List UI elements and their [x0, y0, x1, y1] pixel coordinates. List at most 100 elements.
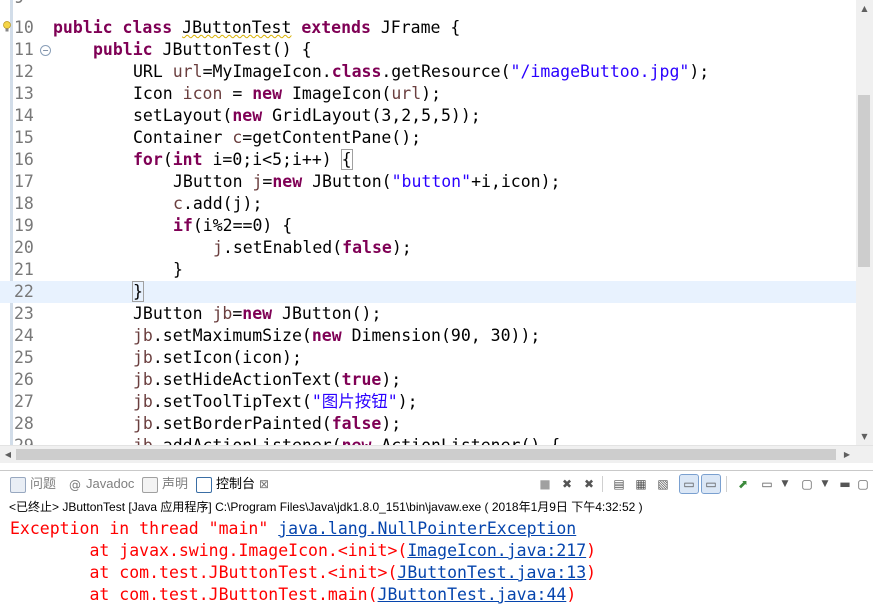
- console-output[interactable]: Exception in thread "main" java.lang.Nul…: [0, 517, 873, 614]
- scrollbar-thumb[interactable]: [858, 95, 870, 267]
- tab-declaration[interactable]: 声明: [142, 474, 188, 494]
- line-number: 10: [14, 18, 34, 37]
- line-number: 16: [14, 150, 34, 169]
- close-icon[interactable]: ⊠: [259, 477, 269, 491]
- class-name-warning: JButtonTest: [182, 18, 292, 37]
- code-text[interactable]: jb.addActionListener(new ActionListener(…: [133, 435, 560, 445]
- code-text[interactable]: JButton j=new JButton("button"+i,icon);: [173, 171, 560, 193]
- line-number: 25: [14, 348, 34, 367]
- tab-console[interactable]: 控制台 ⊠: [196, 474, 269, 494]
- code-text[interactable]: Icon icon = new ImageIcon(url);: [133, 83, 441, 105]
- tab-javadoc[interactable]: @ Javadoc: [68, 474, 134, 494]
- console-line: at javax.swing.ImageIcon.<init>(ImageIco…: [10, 541, 597, 560]
- scroll-up-icon[interactable]: ▲: [856, 0, 873, 17]
- remove-launch-icon[interactable]: ✖: [558, 475, 576, 493]
- code-text[interactable]: JButton jb=new JButton();: [133, 303, 381, 325]
- editor-line: 21 }: [0, 259, 856, 281]
- scroll-left-icon[interactable]: ◀: [0, 446, 16, 463]
- exception-link[interactable]: java.lang.NullPointerException: [278, 519, 576, 538]
- code-text[interactable]: }: [173, 259, 183, 281]
- editor-line: 13 Icon icon = new ImageIcon(url);: [0, 83, 856, 105]
- line-number: 22: [14, 282, 34, 301]
- code-text[interactable]: jb.setToolTipText("图片按钮");: [133, 391, 418, 413]
- scrollbar-thumb[interactable]: [16, 449, 836, 460]
- word-wrap-icon[interactable]: ▧: [654, 475, 672, 493]
- javadoc-icon: @: [69, 477, 81, 492]
- editor-line: 11 − public JButtonTest() {: [0, 39, 856, 61]
- show-on-stdout-icon[interactable]: ▭: [679, 474, 699, 494]
- minimize-icon[interactable]: ▬: [836, 475, 854, 493]
- declaration-icon: [142, 476, 158, 493]
- console-line: at com.test.JButtonTest.main(JButtonTest…: [10, 585, 577, 604]
- code-text[interactable]: public class JButtonTest extends JFrame …: [53, 17, 460, 39]
- code-text[interactable]: c.add(j);: [173, 193, 262, 215]
- code-text[interactable]: jb.setBorderPainted(false);: [133, 413, 401, 435]
- code-text[interactable]: }: [132, 281, 144, 303]
- line-number: 27: [14, 392, 34, 411]
- code-text[interactable]: if(i%2==0) {: [173, 215, 292, 237]
- line-number: 29: [14, 435, 42, 445]
- show-on-stderr-icon[interactable]: ▭: [701, 474, 721, 494]
- line-number: 23: [14, 304, 34, 323]
- editor-line: 15 Container c=getContentPane();: [0, 127, 856, 149]
- editor-line: 9: [0, 0, 856, 9]
- editor-line: 10 public class JButtonTest extends JFra…: [0, 17, 856, 39]
- code-text[interactable]: j.setEnabled(false);: [213, 237, 412, 259]
- editor-line: 23 JButton jb=new JButton();: [0, 303, 856, 325]
- line-number: 24: [14, 326, 34, 345]
- console-line: at com.test.JButtonTest.<init>(JButtonTe…: [10, 563, 597, 582]
- remove-all-terminated-icon[interactable]: ✖: [580, 475, 598, 493]
- chevron-down-icon[interactable]: ▼: [776, 475, 794, 493]
- terminate-icon[interactable]: ■: [536, 475, 554, 493]
- line-number: 12: [14, 62, 34, 81]
- line-number: 17: [14, 172, 34, 191]
- code-text[interactable]: jb.setMaximumSize(new Dimension(90, 30))…: [133, 325, 540, 347]
- console-icon: [196, 476, 212, 493]
- clear-console-icon[interactable]: ▤: [610, 475, 628, 493]
- line-number: 21: [14, 260, 34, 279]
- pin-console-icon[interactable]: ⬈: [734, 475, 752, 493]
- editor-line: 26 jb.setHideActionText(true);: [0, 369, 856, 391]
- console-launch-description: <已终止> JButtonTest [Java 应用程序] C:\Program…: [0, 497, 873, 518]
- editor-horizontal-scrollbar[interactable]: ◀ ▶: [0, 445, 873, 463]
- scroll-lock-icon[interactable]: ▦: [632, 475, 650, 493]
- maximize-icon[interactable]: ▢: [854, 475, 872, 493]
- code-text[interactable]: Container c=getContentPane();: [133, 127, 421, 149]
- editor-line: 12 URL url=MyImageIcon.class.getResource…: [0, 61, 856, 83]
- open-console-icon[interactable]: ▢: [798, 475, 816, 493]
- editor-line: 25 jb.setIcon(icon);: [0, 347, 856, 369]
- code-text[interactable]: public JButtonTest() {: [93, 39, 312, 61]
- editor-vertical-scrollbar[interactable]: ▲ ▼: [856, 0, 873, 445]
- toolbar-separator: [602, 476, 603, 492]
- editor-line: 16 for(int i=0;i<5;i++) {: [0, 149, 856, 171]
- scroll-right-icon[interactable]: ▶: [839, 446, 855, 463]
- editor-line: 17 JButton j=new JButton("button"+i,icon…: [0, 171, 856, 193]
- warning-lightbulb-icon[interactable]: [2, 21, 12, 33]
- line-number: 9: [14, 0, 42, 9]
- display-selected-console-icon[interactable]: ▭: [758, 475, 776, 493]
- editor-line: 24 jb.setMaximumSize(new Dimension(90, 3…: [0, 325, 856, 347]
- matching-bracket: {: [340, 149, 353, 170]
- stacktrace-link[interactable]: JButtonTest.java:44: [378, 585, 567, 604]
- code-text[interactable]: URL url=MyImageIcon.class.getResource("/…: [133, 61, 709, 83]
- text-caret: [142, 283, 144, 302]
- tab-problems[interactable]: 问题: [10, 474, 56, 494]
- stacktrace-link[interactable]: JButtonTest.java:13: [397, 563, 586, 582]
- line-number: 11: [14, 40, 34, 59]
- scroll-down-icon[interactable]: ▼: [856, 428, 873, 445]
- editor-line: 28 jb.setBorderPainted(false);: [0, 413, 856, 435]
- chevron-down-icon[interactable]: ▼: [816, 475, 834, 493]
- console-line: Exception in thread "main" java.lang.Nul…: [10, 519, 577, 538]
- code-text[interactable]: for(int i=0;i<5;i++) {: [133, 149, 353, 171]
- problems-icon: [10, 476, 26, 493]
- line-number: 20: [14, 238, 34, 257]
- code-text[interactable]: jb.setIcon(icon);: [133, 347, 302, 369]
- editor-line: 14 setLayout(new GridLayout(3,2,5,5));: [0, 105, 856, 127]
- fold-collapse-icon[interactable]: −: [40, 45, 51, 56]
- code-text[interactable]: setLayout(new GridLayout(3,2,5,5));: [133, 105, 481, 127]
- stacktrace-link[interactable]: ImageIcon.java:217: [407, 541, 586, 560]
- line-number: 28: [14, 414, 34, 433]
- editor-line-current: 22 }: [0, 281, 856, 303]
- code-editor[interactable]: 9 10 public class JButtonTest extends JF…: [0, 0, 873, 445]
- code-text[interactable]: jb.setHideActionText(true);: [133, 369, 401, 391]
